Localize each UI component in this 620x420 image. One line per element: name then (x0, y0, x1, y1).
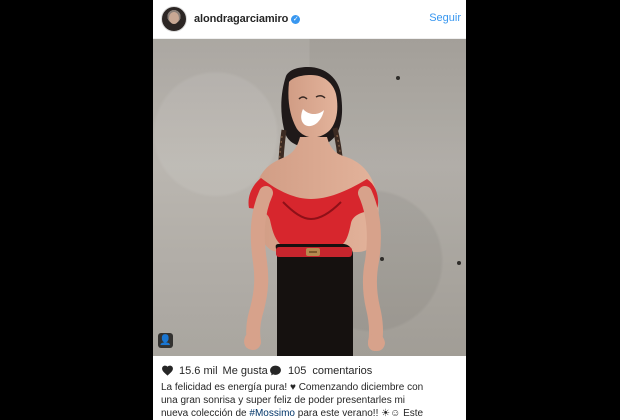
instagram-post: alondragarciamiro ✓ Seguir 👤 15.6 mil Me… (153, 0, 466, 420)
avatar-face (169, 12, 179, 24)
heart-icon[interactable] (161, 364, 174, 377)
hashtag-link[interactable]: #Mossimo (249, 408, 295, 419)
caption-line-3-prefix: nueva colección de (161, 408, 250, 419)
comments-section[interactable]: 105 comentarios (269, 364, 372, 377)
viewer-backdrop: alondragarciamiro ✓ Seguir 👤 15.6 mil Me… (0, 0, 620, 420)
person-figure (244, 67, 385, 356)
follow-button[interactable]: Seguir (429, 12, 461, 24)
post-header: alondragarciamiro ✓ Seguir (153, 0, 466, 39)
caption-line-2: una gran sonrisa y super feliz de poder … (161, 395, 406, 406)
likes-count: 15.6 mil (179, 364, 218, 377)
verified-badge-icon: ✓ (291, 14, 301, 24)
comments-label: comentarios (312, 364, 373, 377)
caption-line-3: nueva colección de #Mossimo para este ve… (161, 407, 461, 420)
username-wrap: alondragarciamiro ✓ (194, 12, 301, 26)
caption-line-3-suffix: para este verano!! ☀☺ Este (294, 408, 424, 419)
caption-line-1: La felicidad es energía pura! ♥ Comenzan… (161, 382, 424, 393)
post-caption: La felicidad es energía pura! ♥ Comenzan… (161, 381, 461, 420)
user-tag-icon[interactable]: 👤 (158, 333, 173, 348)
comment-bubble-icon[interactable] (269, 364, 282, 377)
post-actions: 15.6 mil Me gusta 105 comentarios (153, 356, 466, 380)
username-link[interactable]: alondragarciamiro (194, 13, 288, 25)
avatar[interactable] (161, 6, 187, 32)
post-photo[interactable]: 👤 (153, 39, 466, 356)
likes-label: Me gusta (222, 364, 268, 377)
comments-count: 105 (288, 364, 307, 377)
likes-section[interactable]: 15.6 mil Me gusta (161, 364, 268, 377)
